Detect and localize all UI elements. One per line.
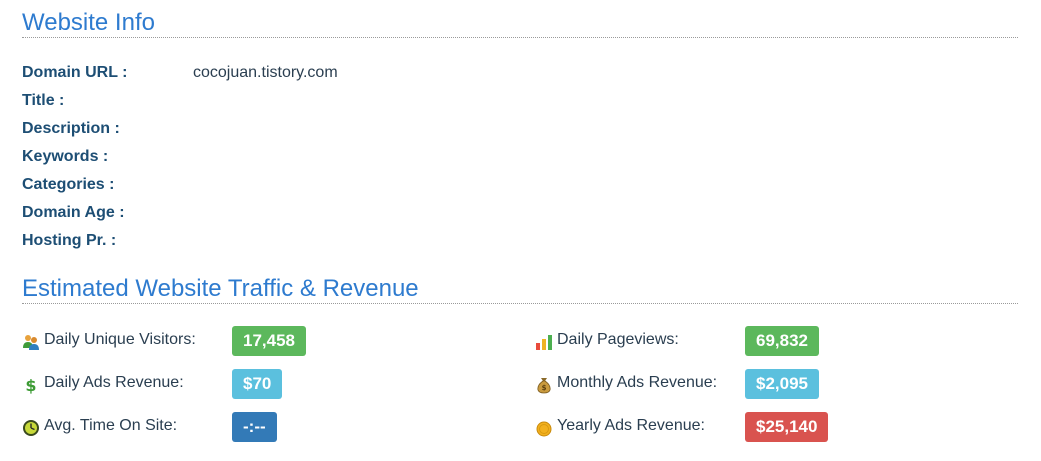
dollar-icon: $ (22, 376, 40, 395)
website-info-heading: Website Info (22, 9, 155, 36)
keywords-label: Keywords : (22, 148, 109, 165)
description-label: Description : (22, 120, 120, 137)
categories-label: Categories : (22, 176, 115, 193)
daily-pageviews-label: Daily Pageviews: (557, 331, 679, 348)
yearly-ads-revenue-label: Yearly Ads Revenue: (557, 417, 705, 434)
monthly-ads-revenue-badge: $2,095 (745, 369, 819, 399)
monthly-ads-revenue-label: Monthly Ads Revenue: (557, 374, 718, 391)
domain-age-label: Domain Age : (22, 204, 125, 221)
visitors-icon (22, 333, 40, 351)
domain-url-label: Domain URL : (22, 64, 128, 81)
daily-unique-visitors-badge: 17,458 (232, 326, 306, 356)
website-info-divider (22, 37, 1018, 38)
clock-icon (22, 419, 40, 437)
daily-ads-revenue-label: Daily Ads Revenue: (44, 374, 184, 391)
traffic-revenue-divider (22, 303, 1018, 304)
avg-time-on-site-badge: -:-- (232, 412, 277, 442)
money-bag-icon: $ (535, 376, 553, 394)
hosting-label: Hosting Pr. : (22, 232, 117, 249)
domain-url-value: cocojuan.tistory.com (193, 64, 338, 81)
traffic-revenue-heading: Estimated Website Traffic & Revenue (22, 275, 419, 302)
svg-text:$: $ (542, 384, 547, 392)
yearly-ads-revenue-badge: $25,140 (745, 412, 829, 442)
daily-unique-visitors-label: Daily Unique Visitors: (44, 331, 196, 348)
avg-time-on-site-label: Avg. Time On Site: (44, 417, 178, 434)
bar-chart-icon (535, 333, 553, 351)
title-label: Title : (22, 92, 65, 109)
gold-coin-icon (535, 419, 553, 437)
daily-ads-revenue-badge: $70 (232, 369, 283, 399)
daily-pageviews-badge: 69,832 (745, 326, 819, 356)
svg-text:$: $ (25, 376, 36, 394)
